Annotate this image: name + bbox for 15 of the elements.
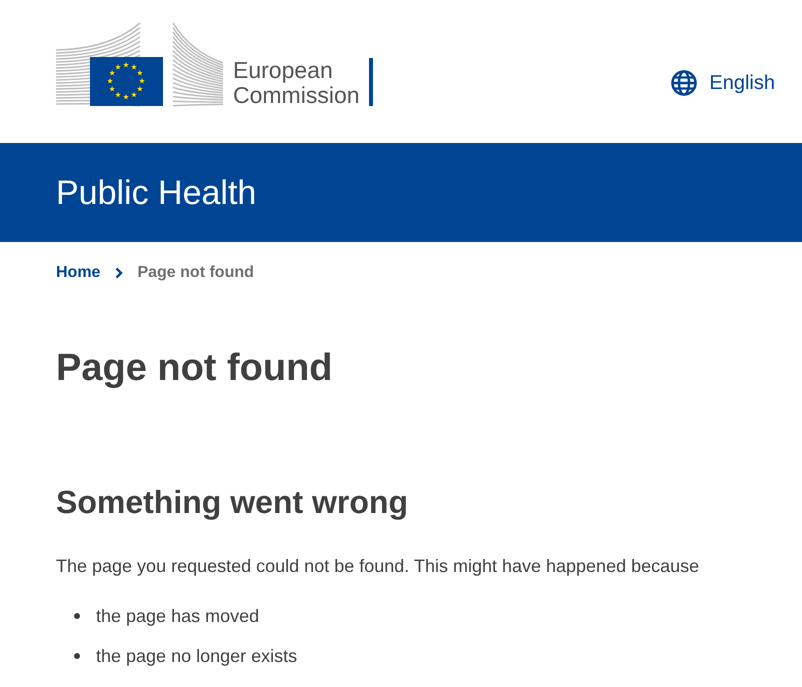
list-item-text: the page no longer exists — [96, 645, 298, 668]
chevron-icon — [115, 267, 124, 279]
globe-icon — [671, 70, 698, 96]
logo-icon — [55, 21, 225, 107]
site-title: Public Health — [56, 172, 256, 212]
section-heading: Something went wrong — [56, 483, 409, 522]
language-button[interactable]: English — [671, 70, 775, 96]
breadcrumb-link[interactable]: Home — [56, 263, 100, 283]
intro-text: The page you requested could not be found. This might have happened because — [56, 555, 700, 578]
page-title: Page not found — [56, 346, 334, 391]
logo-text: European Commission — [233, 58, 361, 108]
list-item-text: the page has moved — [96, 605, 260, 628]
breadcrumb-current: Page not found — [137, 263, 254, 283]
bullet-icon — [74, 653, 80, 659]
bullet-icon — [74, 613, 80, 619]
